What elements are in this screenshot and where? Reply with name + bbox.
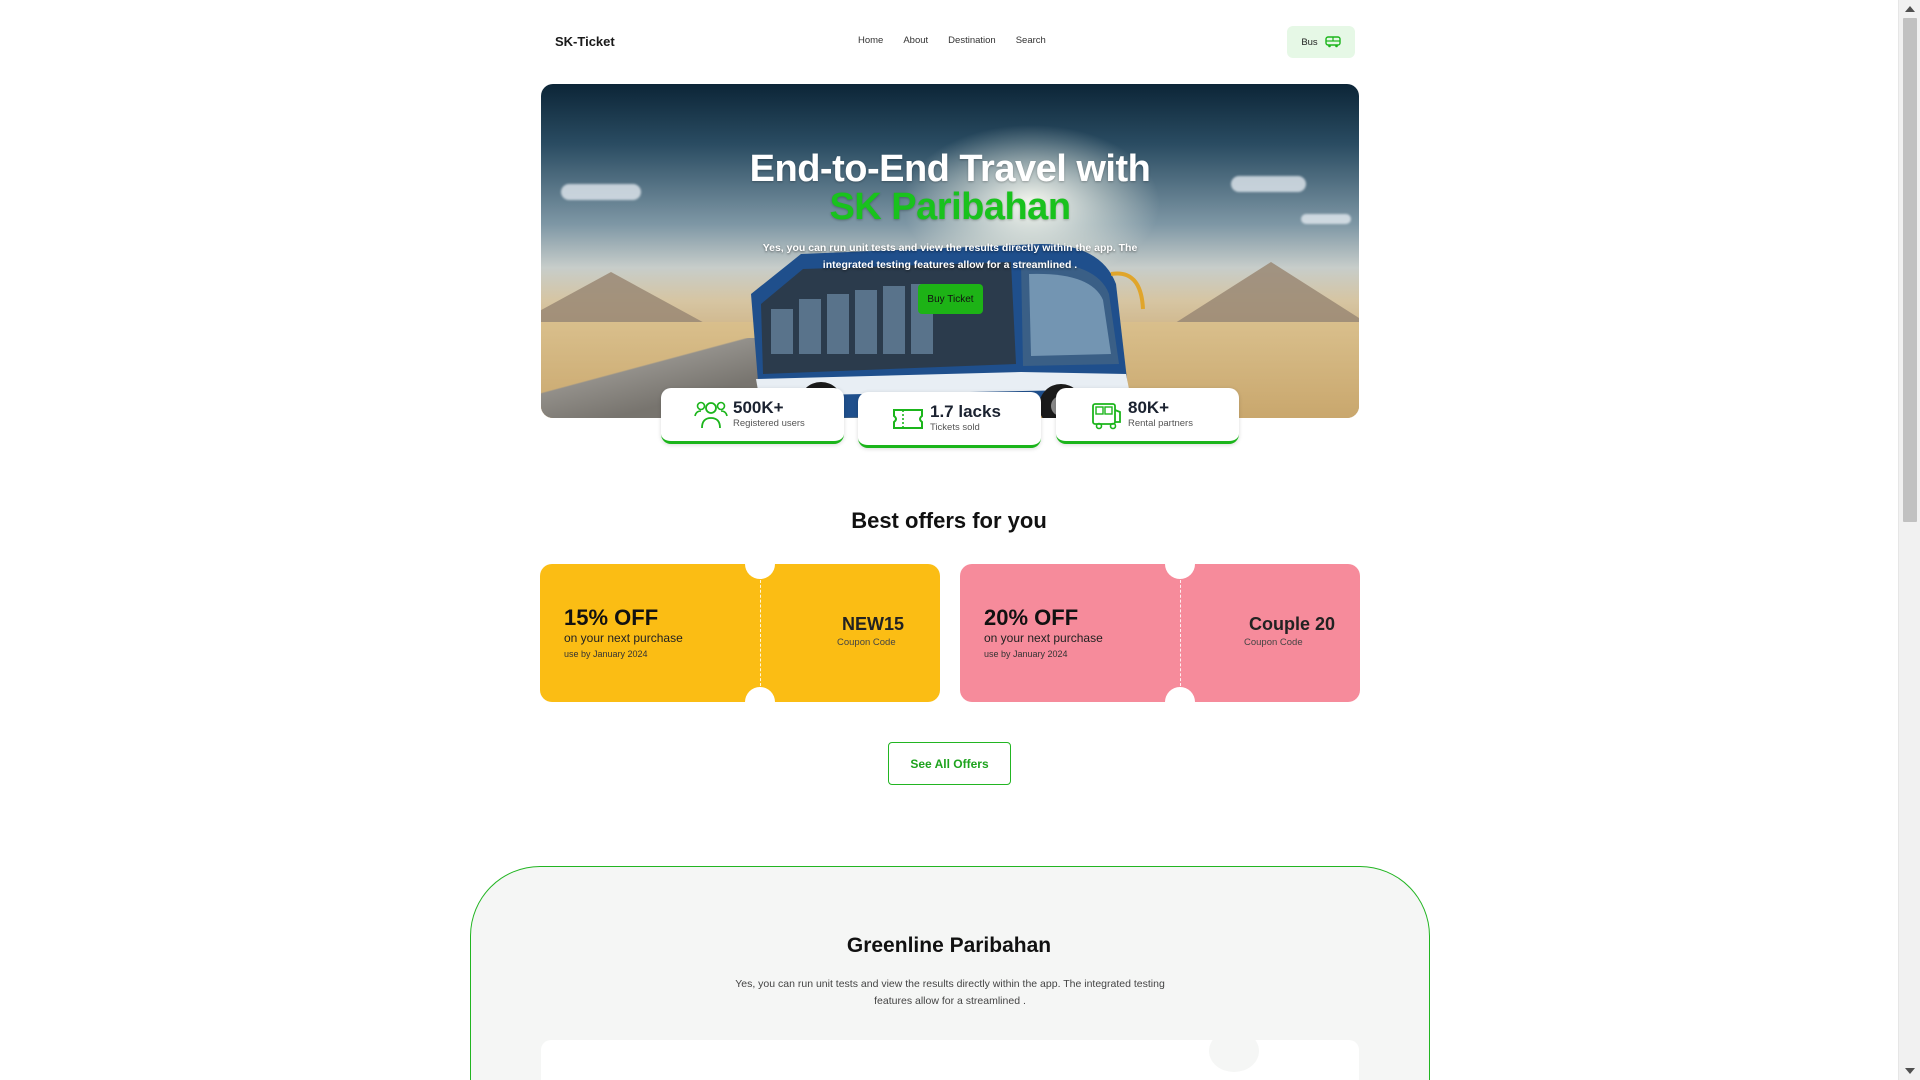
scroll-down-icon[interactable] bbox=[1905, 1068, 1915, 1074]
bus-icon bbox=[1324, 36, 1341, 48]
stat-label: Registered users bbox=[733, 418, 805, 429]
hero-title-main: End-to-End Travel with bbox=[749, 148, 1151, 190]
coupon-notch bbox=[745, 687, 775, 702]
stat-card-users: 500K+ Registered users bbox=[661, 388, 844, 444]
offers-title: Best offers for you bbox=[851, 508, 1047, 533]
coupon-divider bbox=[760, 580, 761, 686]
stat-card-partners: 80K+ Rental partners bbox=[1056, 388, 1239, 444]
coupon-discount: 15% OFF bbox=[564, 605, 659, 630]
stat-value: 500K+ bbox=[733, 398, 784, 417]
stat-value: 80K+ bbox=[1128, 398, 1170, 417]
coupon-code-label: Coupon Code bbox=[837, 637, 896, 648]
stat-label: Rental partners bbox=[1128, 418, 1193, 429]
hero-title: End-to-End Travel with SK Paribahan bbox=[541, 150, 1359, 226]
brand-logo[interactable]: SK-Ticket bbox=[555, 34, 615, 49]
hero-banner: End-to-End Travel with SK Paribahan Yes,… bbox=[541, 84, 1359, 418]
coupon-notch bbox=[745, 564, 775, 579]
greenline-card bbox=[541, 1030, 1359, 1080]
coupon-divider bbox=[1180, 580, 1181, 686]
scrollbar-thumb[interactable] bbox=[1903, 18, 1917, 522]
coupon-use-by: use by January 2024 bbox=[984, 649, 1068, 659]
bus-button-label: Bus bbox=[1301, 36, 1318, 48]
coupon-use-by: use by January 2024 bbox=[564, 649, 648, 659]
card-decoration bbox=[1209, 1030, 1259, 1072]
coupon-card[interactable]: 20% OFF on your next purchase use by Jan… bbox=[960, 564, 1360, 702]
stat-value: 1.7 lacks bbox=[930, 402, 1001, 421]
coupon-subtitle: on your next purchase bbox=[564, 631, 683, 645]
nav-links: Home About Destination Search bbox=[858, 35, 1046, 46]
ticket-icon bbox=[893, 409, 923, 429]
coupon-code: NEW15 bbox=[841, 614, 904, 634]
stat-card-tickets: 1.7 lacks Tickets sold bbox=[858, 392, 1041, 448]
page: SK-Ticket Home About Destination Search … bbox=[0, 0, 1898, 1080]
greenline-description: Yes, you can run unit tests and view the… bbox=[735, 978, 1165, 1007]
coupon-discount: 20% OFF bbox=[984, 605, 1079, 630]
page-scrollbar[interactable] bbox=[1898, 0, 1920, 1080]
greenline-title: Greenline Paribahan bbox=[846, 934, 1052, 957]
coupon-notch bbox=[1165, 564, 1195, 579]
top-nav: SK-Ticket Home About Destination Search … bbox=[540, 24, 1358, 60]
coupon-code-label: Coupon Code bbox=[1244, 637, 1303, 648]
buy-ticket-button[interactable]: Buy Ticket bbox=[918, 284, 983, 314]
nav-link-about[interactable]: About bbox=[903, 35, 928, 46]
see-all-offers-button[interactable]: See All Offers bbox=[888, 742, 1011, 785]
nav-link-destination[interactable]: Destination bbox=[948, 35, 996, 46]
coupon-card[interactable]: 15% OFF on your next purchase use by Jan… bbox=[540, 564, 940, 702]
hero-title-accent: SK Paribahan bbox=[829, 186, 1071, 228]
stat-text: 500K+ Registered users bbox=[733, 398, 805, 430]
coupon-notch bbox=[1165, 687, 1195, 702]
users-icon bbox=[694, 401, 728, 429]
bus-button[interactable]: Bus bbox=[1287, 26, 1355, 58]
nav-link-home[interactable]: Home bbox=[858, 35, 883, 46]
coupon-subtitle: on your next purchase bbox=[984, 631, 1103, 645]
nav-link-search[interactable]: Search bbox=[1016, 35, 1046, 46]
stat-text: 80K+ Rental partners bbox=[1128, 398, 1193, 430]
scroll-up-icon[interactable] bbox=[1905, 6, 1915, 12]
stat-text: 1.7 lacks Tickets sold bbox=[930, 402, 1001, 434]
hero-description: Yes, you can run unit tests and view the… bbox=[762, 242, 1138, 271]
coupon-code: Couple 20 bbox=[1248, 614, 1335, 634]
bus-icon bbox=[1092, 403, 1121, 430]
stat-label: Tickets sold bbox=[930, 422, 980, 433]
